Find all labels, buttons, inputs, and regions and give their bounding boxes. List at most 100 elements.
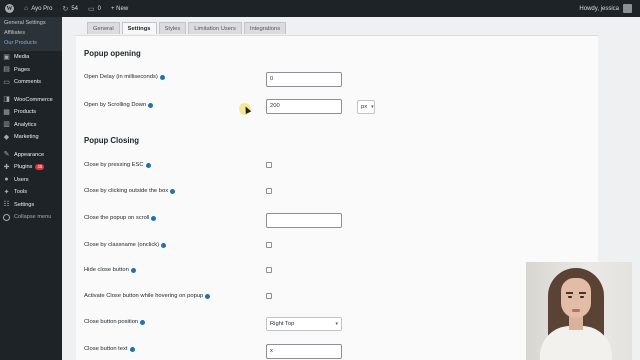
submenu: General Settings Affiliates Our Products xyxy=(0,17,62,51)
sidebar-item-label: Products xyxy=(14,109,37,116)
updates-link[interactable]: ↻ 54 xyxy=(57,0,83,17)
sidebar-item-settings[interactable]: ☷ Settings xyxy=(0,199,62,212)
collapse-menu-label: Collapse menu xyxy=(14,214,52,221)
close-scroll-input[interactable] xyxy=(266,213,342,228)
sidebar-item-label: Appearance xyxy=(14,151,45,158)
sidebar-item-tools[interactable]: ✦ Tools xyxy=(0,186,62,199)
open-scroll-input[interactable]: 200 xyxy=(266,99,342,114)
info-icon[interactable] xyxy=(170,188,176,194)
open-delay-label-text: Open Delay (in milliseconds) xyxy=(84,74,158,80)
hover-close-checkbox[interactable] xyxy=(266,293,272,299)
pages-icon: ▤ xyxy=(3,66,10,74)
sidebar-item-label: Settings xyxy=(14,201,35,208)
hide-close-label: Hide close button xyxy=(84,267,136,273)
home-icon: ⌂ xyxy=(24,5,29,12)
account-menu[interactable]: Howdy, jessica xyxy=(579,0,632,17)
tab-limitation-users[interactable]: Limitation Users xyxy=(188,22,242,34)
submenu-item-general-settings[interactable]: General Settings xyxy=(0,18,62,28)
sidebar-item-label: Analytics xyxy=(14,121,37,128)
info-icon[interactable] xyxy=(145,162,151,168)
chevron-down-icon: ▾ xyxy=(371,104,374,110)
sidebar-item-label: Media xyxy=(14,54,30,61)
open-delay-input[interactable]: 0 xyxy=(266,72,342,87)
marketing-icon: ◆ xyxy=(3,133,10,141)
open-scroll-label-text: Open by Scrolling Down xyxy=(84,102,147,108)
collapse-menu-button[interactable]: Collapse menu xyxy=(0,211,62,224)
users-icon: ● xyxy=(4,176,9,184)
sidebar-item-appearance[interactable]: ✎ Appearance xyxy=(0,149,62,162)
tab-styles[interactable]: Styles xyxy=(158,22,187,34)
media-icon: ▣ xyxy=(3,53,10,61)
close-text-label-text: Close button text xyxy=(84,346,128,352)
info-icon[interactable] xyxy=(140,319,146,325)
hover-close-label-text: Activate Close button while hovering on … xyxy=(84,293,204,299)
info-icon[interactable] xyxy=(130,267,136,273)
close-text-input[interactable]: x xyxy=(266,344,342,359)
scroll-unit-select[interactable]: px ▾ xyxy=(357,100,375,114)
close-scroll-label-text: Close the popup on scroll xyxy=(84,215,150,221)
settings-icon: ☷ xyxy=(3,201,10,209)
sidebar-item-comments[interactable]: ▭ Comments xyxy=(0,76,62,89)
presenter-lips xyxy=(572,309,580,312)
sidebar-item-pages[interactable]: ▤ Pages xyxy=(0,64,62,77)
site-name-link[interactable]: ⌂ Ayo Pro xyxy=(19,0,57,17)
updates-count: 54 xyxy=(71,5,79,12)
close-classname-checkbox[interactable] xyxy=(266,242,272,248)
presenter-eye xyxy=(568,296,572,298)
submenu-item-affiliates[interactable]: Affiliates xyxy=(0,28,62,38)
submenu-item-our-products[interactable]: Our Products xyxy=(0,38,62,48)
close-position-value: Right Top xyxy=(270,321,295,327)
sidebar-item-media[interactable]: ▣ Media xyxy=(0,51,62,64)
sidebar-item-label: Comments xyxy=(14,79,42,86)
sidebar-item-analytics[interactable]: ▥ Analytics xyxy=(0,119,62,132)
settings-tabs: General Settings Styles Limitation Users… xyxy=(87,22,287,34)
sidebar-item-marketing[interactable]: ◆ Marketing xyxy=(0,131,62,144)
info-icon[interactable] xyxy=(148,102,154,108)
info-icon[interactable] xyxy=(129,346,135,352)
howdy-text: Howdy, jessica xyxy=(579,5,619,12)
new-content-label: + New xyxy=(111,5,129,12)
info-icon[interactable] xyxy=(205,293,211,299)
avatar xyxy=(623,4,632,13)
chevron-down-icon: ▾ xyxy=(335,321,338,327)
sidebar-item-label: Pages xyxy=(14,66,30,73)
hide-close-checkbox[interactable] xyxy=(266,267,272,273)
close-position-label-text: Close button position xyxy=(84,319,139,325)
hover-close-label: Activate Close button while hovering on … xyxy=(84,293,211,299)
presenter-brow xyxy=(566,292,573,294)
close-outside-checkbox[interactable] xyxy=(266,188,272,194)
info-icon[interactable] xyxy=(151,215,157,221)
close-outside-label-text: Close by clicking outside the box xyxy=(84,188,169,194)
close-outside-label: Close by clicking outside the box xyxy=(84,188,176,194)
close-position-label: Close button position xyxy=(84,319,146,325)
admin-bar: W ⌂ Ayo Pro ↻ 54 ▭ 0 + New Howdy, jessic… xyxy=(0,0,640,17)
sidebar-item-plugins[interactable]: ✚ Plugins 45 xyxy=(0,161,62,174)
info-icon[interactable] xyxy=(161,242,167,248)
sidebar-item-users[interactable]: ● Users xyxy=(0,174,62,187)
section-title-closing: Popup Closing xyxy=(84,136,140,145)
sidebar-item-label: Tools xyxy=(14,189,28,196)
new-content-link[interactable]: + New xyxy=(106,0,133,17)
tab-settings[interactable]: Settings xyxy=(121,22,157,34)
comments-icon: ▭ xyxy=(3,78,10,86)
info-icon[interactable] xyxy=(159,74,165,80)
comments-link[interactable]: ▭ 0 xyxy=(83,0,106,17)
presenter-eye xyxy=(580,296,584,298)
section-title-opening: Popup opening xyxy=(84,49,141,58)
wordpress-icon: W xyxy=(5,4,14,13)
close-esc-checkbox[interactable] xyxy=(266,162,272,168)
site-name: Ayo Pro xyxy=(31,5,53,12)
sidebar-item-label: Users xyxy=(14,176,29,183)
sidebar-item-woocommerce[interactable]: ◨ WooCommerce xyxy=(0,94,62,107)
tab-integrations[interactable]: Integrations xyxy=(243,22,287,34)
comment-bubble-icon: ▭ xyxy=(88,5,95,13)
sidebar-item-products[interactable]: ▦ Products xyxy=(0,106,62,119)
tools-icon: ✦ xyxy=(3,188,10,196)
tab-general[interactable]: General xyxy=(87,22,120,34)
close-position-select[interactable]: Right Top ▾ xyxy=(266,317,342,331)
webcam-overlay xyxy=(526,262,632,360)
open-delay-label: Open Delay (in milliseconds) xyxy=(84,74,165,80)
wp-logo-button[interactable]: W xyxy=(0,0,19,17)
close-classname-label-text: Close by classname (onclick) xyxy=(84,242,160,248)
close-scroll-label: Close the popup on scroll xyxy=(84,215,157,221)
